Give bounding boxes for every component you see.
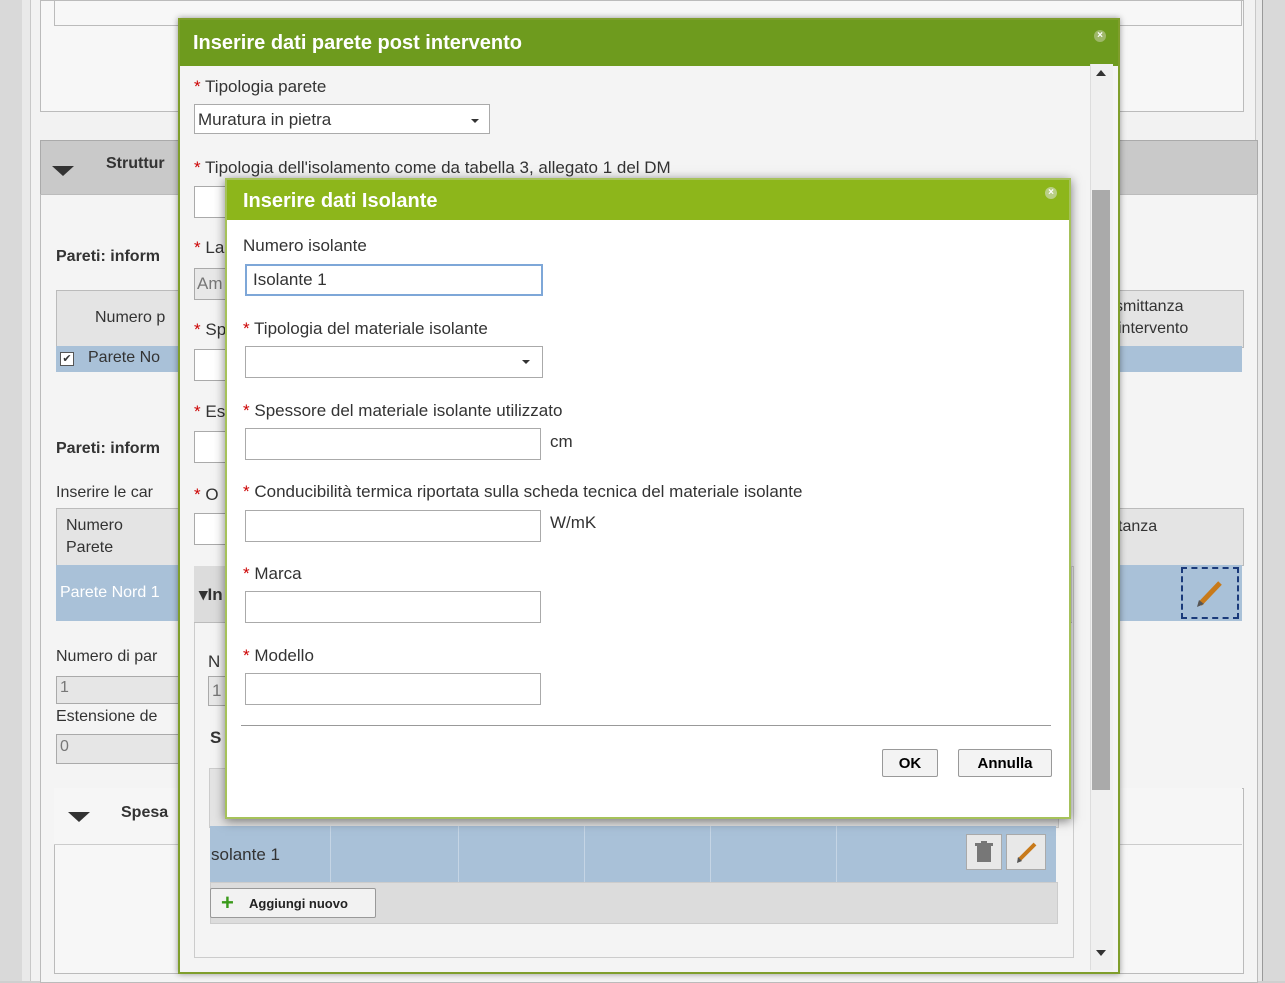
numero-di-pareti-field[interactable]: [56, 676, 180, 704]
pareti-info-heading-2: Pareti: inform: [56, 440, 161, 457]
left-rail: [0, 0, 23, 981]
dialog-divider: [241, 725, 1051, 726]
conducibilita-input[interactable]: [245, 510, 541, 542]
dialog-parete-scroll-thumb[interactable]: [1092, 190, 1110, 790]
spessore-input[interactable]: [245, 428, 541, 460]
edit-row-button[interactable]: [1181, 567, 1239, 619]
tipologia-materiale-select[interactable]: [245, 346, 543, 378]
numero-di-pareti-label: Numero di par: [56, 648, 158, 665]
dialog-isolante: Inserire dati Isolante × Numero isolante…: [225, 178, 1071, 819]
dialog-parete-close-icon[interactable]: ×: [1094, 30, 1106, 42]
tipologia-parete-label: * Tipologia parete: [194, 77, 327, 96]
col-header-tanza: tanza: [1118, 518, 1158, 535]
numero-isolante-label: Numero isolante: [243, 236, 367, 255]
row-parete-no: Parete No: [88, 349, 161, 366]
partial-label-sp: * Sp: [194, 320, 227, 339]
spesa-collapse-triangle-icon[interactable]: [68, 812, 90, 822]
tipologia-isolamento-label: * Tipologia dell'isolamento come da tabe…: [194, 158, 671, 177]
col-divider: [330, 826, 331, 882]
estensione-field[interactable]: [56, 734, 180, 764]
plus-icon: +: [221, 890, 234, 915]
col-header-smittanza: smittanza: [1115, 298, 1184, 315]
chevron-down-icon: [522, 360, 530, 364]
annulla-button[interactable]: Annulla: [958, 749, 1052, 777]
isolante-row-label: solante 1: [211, 845, 280, 864]
spessore-unit: cm: [550, 432, 573, 451]
spesa-title: Spesa: [121, 804, 169, 821]
isolanti-panel-title: ▾In: [199, 585, 223, 604]
numero-isolante-input[interactable]: [245, 264, 543, 296]
estensione-label: Estensione de: [56, 708, 158, 725]
modello-label: * Modello: [243, 646, 314, 665]
isolanti-table-row[interactable]: [210, 826, 1056, 882]
collapse-triangle-icon[interactable]: [52, 166, 74, 176]
dialog-isolante-close-icon[interactable]: ×: [1045, 187, 1057, 199]
numero-di-pareti-value: 1: [60, 679, 69, 696]
delete-row-button[interactable]: [966, 834, 1002, 870]
section-title-strutture: Struttur: [106, 155, 165, 172]
partial-label-n: N: [208, 652, 221, 671]
tipologia-materiale-label: * Tipologia del materiale isolante: [243, 319, 488, 338]
conducibilita-unit: W/mK: [550, 513, 597, 532]
aggiungi-nuovo-button[interactable]: + Aggiungi nuovo: [210, 888, 376, 918]
dialog-isolante-title: Inserire dati Isolante: [227, 180, 1069, 220]
spessore-label: * Spessore del materiale isolante utiliz…: [243, 401, 563, 420]
partial-label-s: S: [210, 728, 222, 747]
partial-field-sp[interactable]: [194, 349, 228, 381]
partial-label-la: * La: [194, 238, 225, 257]
partial-label-es: * Es: [194, 402, 226, 421]
marca-label: * Marca: [243, 564, 302, 583]
edit-isolante-button[interactable]: [1006, 834, 1046, 870]
ok-button[interactable]: OK: [882, 749, 938, 777]
trash-icon: [975, 841, 993, 862]
conducibilita-label: * Conducibilità termica riportata sulla …: [243, 482, 803, 501]
chevron-down-icon: [471, 119, 479, 123]
pareti-info-heading-1: Pareti: inform: [56, 248, 161, 265]
row-checkbox[interactable]: ✔: [60, 352, 74, 366]
col-header-numero-p: Numero p: [95, 309, 166, 326]
col-divider: [710, 826, 711, 882]
pencil-icon: [1197, 581, 1222, 607]
right-rail: [1262, 0, 1285, 981]
partial-label-o: * O: [194, 485, 219, 504]
col-header-numero: Numero: [66, 517, 123, 534]
col-divider: [584, 826, 585, 882]
pencil-icon: [1017, 842, 1037, 863]
marca-input[interactable]: [245, 591, 541, 623]
inserire-caratteristiche-text: Inserire le car: [56, 484, 153, 501]
tipologia-parete-select[interactable]: Muratura in pietra: [194, 104, 490, 134]
partial-field-o[interactable]: [194, 513, 228, 545]
modello-input[interactable]: [245, 673, 541, 705]
col-divider: [458, 826, 459, 882]
partial-field-es[interactable]: [194, 431, 228, 463]
partial-field-am[interactable]: Am: [194, 268, 228, 300]
scroll-down-arrow-icon[interactable]: [1096, 950, 1106, 956]
row-parete-nord-label: Parete Nord 1: [60, 584, 160, 601]
col-header-parete: Parete: [66, 539, 114, 556]
scroll-up-arrow-icon[interactable]: [1096, 70, 1106, 76]
tipologia-isolamento-select[interactable]: [194, 186, 228, 218]
col-header-intervento: intervento: [1118, 320, 1189, 337]
dialog-parete-title: Inserire dati parete post intervento: [180, 20, 1118, 66]
estensione-value: 0: [60, 738, 69, 755]
col-divider: [836, 826, 837, 882]
